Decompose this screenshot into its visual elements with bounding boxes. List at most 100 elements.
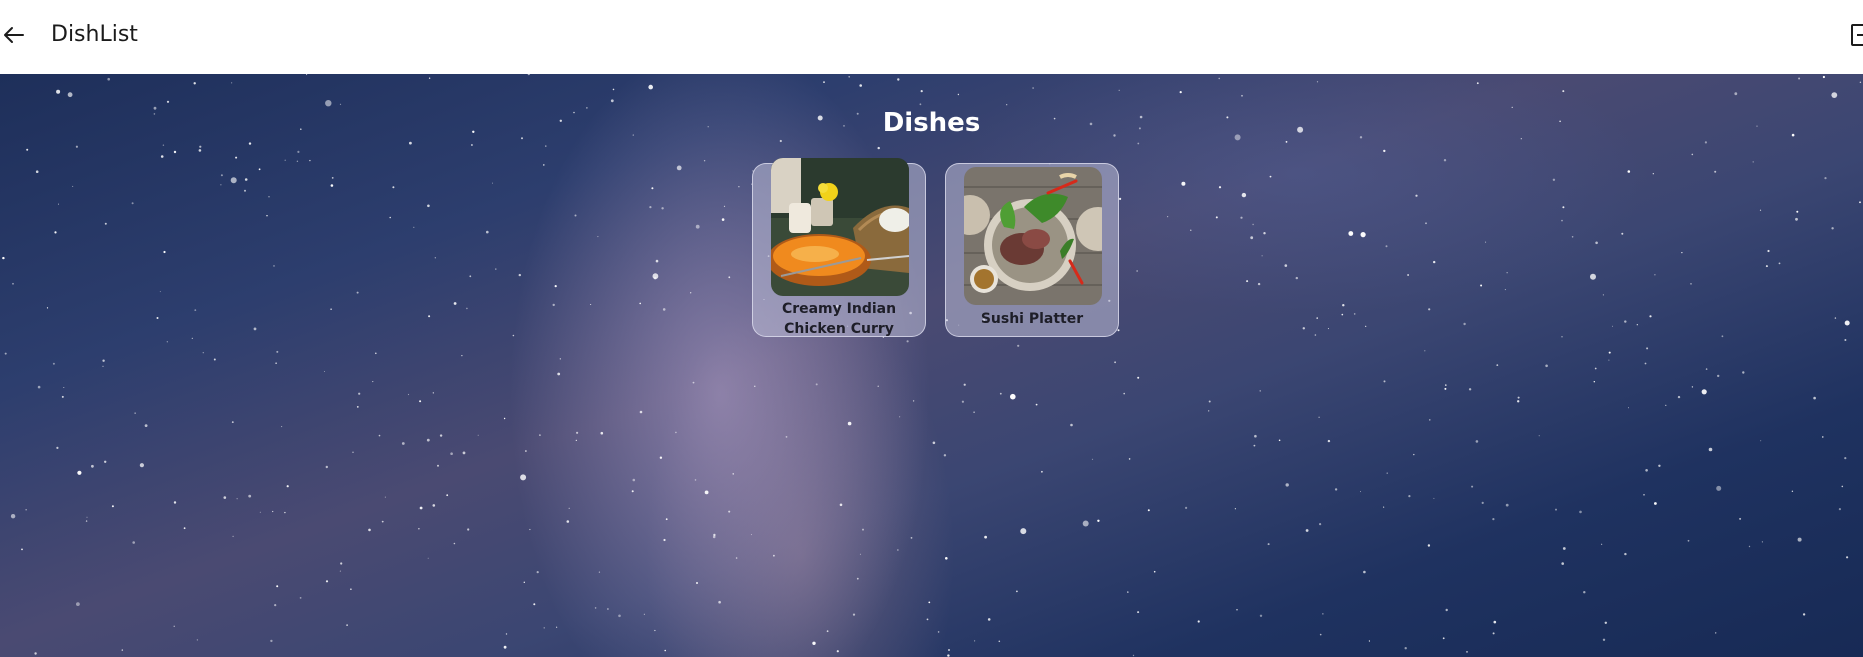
star	[556, 626, 558, 628]
star	[1070, 423, 1073, 427]
star	[1761, 541, 1763, 543]
star	[1538, 435, 1540, 437]
star	[1082, 520, 1089, 527]
star	[823, 81, 825, 83]
star	[652, 273, 659, 280]
star	[785, 436, 788, 438]
star	[1466, 651, 1468, 653]
star	[1428, 308, 1431, 311]
star	[1493, 620, 1497, 624]
star	[1561, 562, 1564, 565]
star	[1562, 206, 1565, 209]
star	[639, 410, 643, 414]
logout-icon	[1851, 24, 1863, 46]
star	[1425, 222, 1427, 225]
star	[943, 454, 947, 457]
star	[358, 392, 361, 395]
star	[428, 77, 431, 79]
star	[1545, 364, 1548, 368]
star	[1360, 232, 1366, 238]
star	[1285, 141, 1288, 143]
star	[166, 100, 170, 103]
star	[696, 582, 698, 584]
star	[356, 406, 359, 408]
star	[973, 411, 975, 414]
star	[692, 381, 695, 384]
star	[58, 203, 59, 205]
star	[286, 485, 289, 488]
star	[932, 441, 936, 445]
star	[446, 494, 449, 497]
star	[284, 159, 286, 161]
star	[275, 362, 277, 364]
star	[1316, 317, 1318, 319]
star	[1624, 552, 1627, 556]
star	[1316, 81, 1319, 83]
star	[1844, 457, 1847, 460]
star	[1652, 173, 1654, 175]
star	[428, 315, 431, 318]
dishes-page: Dishes Creamy Indian Chicken Curry Sushi…	[0, 74, 1863, 657]
star	[453, 542, 456, 545]
star	[856, 577, 859, 580]
star	[85, 520, 88, 522]
star	[75, 145, 78, 148]
star	[340, 562, 343, 565]
star	[703, 160, 706, 162]
star	[718, 600, 721, 604]
star	[1263, 232, 1266, 235]
star	[974, 640, 976, 642]
star	[131, 202, 134, 205]
star	[330, 184, 334, 187]
star	[26, 148, 29, 151]
star	[1593, 381, 1596, 383]
star	[453, 302, 457, 305]
star	[597, 236, 599, 238]
star	[897, 549, 899, 551]
star	[566, 520, 570, 523]
star	[576, 431, 579, 434]
star	[1778, 262, 1781, 265]
star	[1468, 388, 1472, 391]
star	[1714, 170, 1717, 173]
star	[1608, 359, 1610, 361]
star	[732, 473, 734, 475]
star	[1628, 407, 1629, 409]
star	[1627, 170, 1631, 173]
star	[877, 146, 880, 150]
star	[1752, 161, 1754, 163]
star	[847, 421, 852, 426]
star	[276, 585, 279, 588]
back-button[interactable]	[0, 17, 28, 53]
star	[1583, 591, 1586, 594]
star	[1386, 472, 1388, 474]
star	[1327, 328, 1329, 330]
star	[1341, 313, 1344, 316]
star	[1552, 178, 1556, 181]
dish-card-curry[interactable]: Creamy Indian Chicken Curry	[752, 158, 926, 337]
star	[812, 641, 816, 645]
dish-card-platter[interactable]: Sushi Platter	[945, 163, 1119, 337]
star	[1595, 241, 1598, 245]
star	[223, 496, 227, 499]
star	[574, 214, 577, 217]
star	[906, 340, 909, 343]
star	[1127, 591, 1129, 593]
star	[346, 624, 348, 626]
star	[1767, 249, 1770, 253]
star	[1215, 216, 1218, 219]
star	[1119, 197, 1122, 200]
star	[1234, 508, 1236, 510]
star	[102, 359, 105, 362]
star	[413, 226, 415, 228]
star	[183, 527, 186, 530]
star	[639, 302, 641, 305]
star	[654, 629, 656, 632]
star	[590, 304, 592, 305]
star	[231, 421, 234, 423]
star	[1463, 322, 1466, 326]
logout-button[interactable]	[1850, 23, 1863, 47]
star	[1831, 227, 1834, 230]
star	[324, 371, 325, 372]
star	[477, 434, 479, 436]
